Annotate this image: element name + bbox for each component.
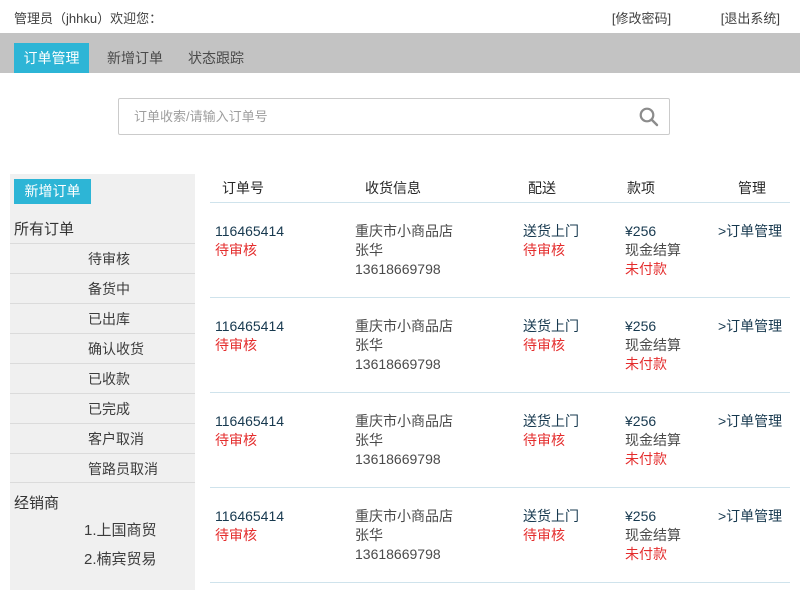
receiver-name: 张华 — [355, 526, 523, 545]
top-links: [修改密码] [退出系统] — [566, 8, 780, 27]
order-amount: ¥256 — [625, 222, 718, 241]
welcome-text: 管理员（jhhku）欢迎您： — [14, 8, 162, 27]
new-order-button[interactable]: 新增订单 — [14, 179, 91, 204]
manage-order-link[interactable]: >订单管理 — [718, 508, 782, 524]
delivery-status: 待审核 — [523, 336, 625, 355]
payment-status: 未付款 — [625, 355, 718, 374]
orders-table: 订单号 收货信息 配送 款项 管理 116465414 待审核 重庆市小商品店 … — [210, 174, 790, 583]
order-status: 待审核 — [215, 336, 355, 355]
receiver-phone: 13618669798 — [355, 260, 523, 279]
col-order-number: 订单号 — [215, 178, 355, 198]
payment-method: 现金结算 — [625, 526, 718, 545]
order-row: 116465414 待审核 重庆市小商品店 张华 13618669798 送货上… — [210, 393, 790, 488]
shop-name: 重庆市小商品店 — [355, 507, 523, 526]
order-number: 116465414 — [215, 412, 355, 431]
receiver-phone: 13618669798 — [355, 545, 523, 564]
manage-order-link[interactable]: >订单管理 — [718, 318, 782, 334]
receiver-name: 张华 — [355, 336, 523, 355]
sidebar: 新增订单 所有订单 待审核备货中已出库确认收货已收款已完成客户取消管路员取消 经… — [10, 174, 195, 590]
col-shipping-info: 收货信息 — [355, 178, 523, 198]
order-amount: ¥256 — [625, 317, 718, 336]
change-password-link[interactable]: [修改密码] — [612, 11, 671, 26]
sidebar-dealer-item[interactable]: 2.楠宾贸易 — [10, 545, 195, 574]
sidebar-status-item[interactable]: 备货中 — [10, 273, 195, 303]
dealer-list: 1.上国商贸2.楠宾贸易 — [10, 516, 195, 574]
col-payment: 款项 — [625, 178, 718, 198]
payment-status: 未付款 — [625, 450, 718, 469]
tab-status-tracking[interactable]: 状态跟踪 — [188, 43, 244, 73]
tab-new-order[interactable]: 新增订单 — [107, 43, 163, 73]
col-manage: 管理 — [718, 178, 790, 198]
sidebar-status-item[interactable]: 管路员取消 — [10, 453, 195, 483]
order-status: 待审核 — [215, 241, 355, 260]
order-status: 待审核 — [215, 431, 355, 450]
payment-method: 现金结算 — [625, 336, 718, 355]
tab-order-management[interactable]: 订单管理 — [14, 43, 89, 73]
sidebar-status-item[interactable]: 已收款 — [10, 363, 195, 393]
order-row: 116465414 待审核 重庆市小商品店 张华 13618669798 送货上… — [210, 488, 790, 583]
payment-status: 未付款 — [625, 260, 718, 279]
order-status: 待审核 — [215, 526, 355, 545]
delivery-status: 待审核 — [523, 241, 625, 260]
top-bar: 管理员（jhhku）欢迎您： [修改密码] [退出系统] — [0, 0, 800, 33]
receiver-name: 张华 — [355, 431, 523, 450]
payment-method: 现金结算 — [625, 241, 718, 260]
all-orders-heading: 所有订单 — [14, 218, 74, 239]
receiver-name: 张华 — [355, 241, 523, 260]
delivery-status: 待审核 — [523, 526, 625, 545]
order-number: 116465414 — [215, 317, 355, 336]
manage-order-link[interactable]: >订单管理 — [718, 413, 782, 429]
receiver-phone: 13618669798 — [355, 355, 523, 374]
delivery-method: 送货上门 — [523, 412, 625, 431]
shop-name: 重庆市小商品店 — [355, 222, 523, 241]
sidebar-dealer-item[interactable]: 1.上国商贸 — [10, 516, 195, 545]
tab-bar: 订单管理 新增订单 状态跟踪 — [0, 33, 800, 73]
payment-method: 现金结算 — [625, 431, 718, 450]
search-box — [118, 98, 670, 135]
search-icon[interactable] — [638, 106, 660, 128]
order-amount: ¥256 — [625, 412, 718, 431]
sidebar-status-item[interactable]: 客户取消 — [10, 423, 195, 453]
dealers-heading: 经销商 — [14, 492, 59, 513]
table-header: 订单号 收货信息 配送 款项 管理 — [210, 174, 790, 203]
order-number: 116465414 — [215, 507, 355, 526]
logout-link[interactable]: [退出系统] — [721, 11, 780, 26]
payment-status: 未付款 — [625, 545, 718, 564]
order-row: 116465414 待审核 重庆市小商品店 张华 13618669798 送货上… — [210, 298, 790, 393]
delivery-method: 送货上门 — [523, 317, 625, 336]
shop-name: 重庆市小商品店 — [355, 412, 523, 431]
sidebar-status-item[interactable]: 确认收货 — [10, 333, 195, 363]
receiver-phone: 13618669798 — [355, 450, 523, 469]
delivery-method: 送货上门 — [523, 222, 625, 241]
order-number: 116465414 — [215, 222, 355, 241]
sidebar-status-item[interactable]: 已出库 — [10, 303, 195, 333]
sidebar-status-item[interactable]: 已完成 — [10, 393, 195, 423]
delivery-status: 待审核 — [523, 431, 625, 450]
delivery-method: 送货上门 — [523, 507, 625, 526]
status-list: 待审核备货中已出库确认收货已收款已完成客户取消管路员取消 — [10, 243, 195, 483]
search-input[interactable] — [119, 99, 669, 134]
order-row: 116465414 待审核 重庆市小商品店 张华 13618669798 送货上… — [210, 203, 790, 298]
order-amount: ¥256 — [625, 507, 718, 526]
table-body: 116465414 待审核 重庆市小商品店 张华 13618669798 送货上… — [210, 203, 790, 583]
manage-order-link[interactable]: >订单管理 — [718, 223, 782, 239]
col-delivery: 配送 — [523, 178, 625, 198]
sidebar-status-item[interactable]: 待审核 — [10, 243, 195, 273]
shop-name: 重庆市小商品店 — [355, 317, 523, 336]
